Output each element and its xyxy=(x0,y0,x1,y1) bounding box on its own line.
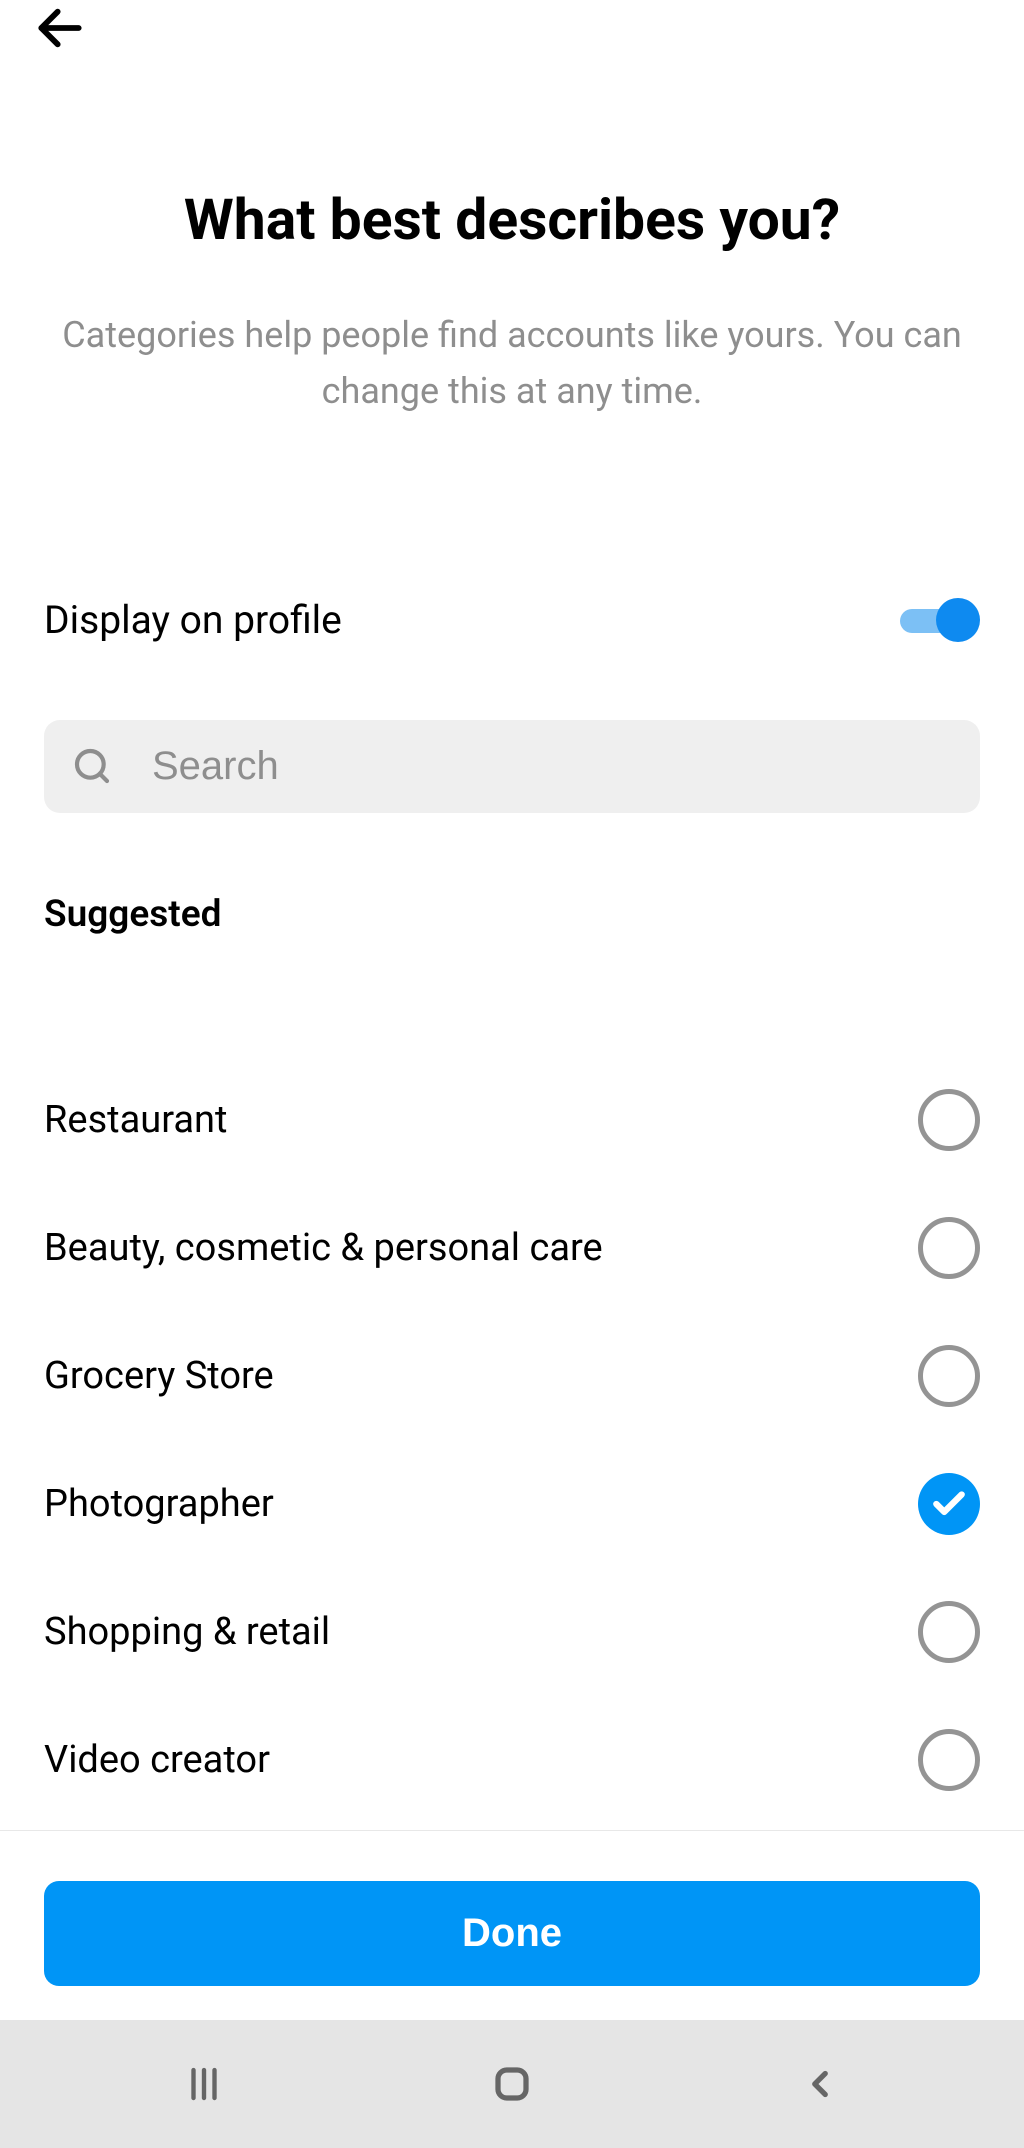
done-button[interactable]: Done xyxy=(44,1881,980,1986)
category-label: Video creator xyxy=(44,1738,270,1782)
category-label: Beauty, cosmetic & personal care xyxy=(44,1226,603,1270)
category-item-restaurant[interactable]: Restaurant xyxy=(44,1056,980,1184)
search-container xyxy=(44,720,980,813)
page-subtitle: Categories help people find accounts lik… xyxy=(40,308,984,420)
display-on-profile-row: Display on profile xyxy=(44,595,980,645)
system-nav-bar xyxy=(0,2020,1024,2148)
toggle-label: Display on profile xyxy=(44,597,342,643)
recent-apps-button[interactable] xyxy=(174,2054,234,2114)
chevron-left-icon xyxy=(799,2063,841,2105)
display-on-profile-toggle[interactable] xyxy=(886,595,980,645)
category-item-shopping[interactable]: Shopping & retail xyxy=(44,1568,980,1696)
checkmark-icon xyxy=(930,1485,968,1523)
search-icon xyxy=(72,746,112,786)
radio-unselected xyxy=(918,1601,980,1663)
category-item-video[interactable]: Video creator xyxy=(44,1696,980,1824)
category-label: Shopping & retail xyxy=(44,1610,330,1654)
radio-selected xyxy=(918,1473,980,1535)
radio-unselected xyxy=(918,1729,980,1791)
category-label: Photographer xyxy=(44,1482,274,1526)
search-input[interactable] xyxy=(152,744,952,789)
system-back-button[interactable] xyxy=(790,2054,850,2114)
radio-unselected xyxy=(918,1345,980,1407)
category-list: Restaurant Beauty, cosmetic & personal c… xyxy=(44,1056,980,1824)
category-label: Restaurant xyxy=(44,1098,227,1142)
recent-apps-icon xyxy=(183,2063,225,2105)
home-button[interactable] xyxy=(482,2054,542,2114)
back-button[interactable] xyxy=(32,0,88,56)
category-item-photographer[interactable]: Photographer xyxy=(44,1440,980,1568)
toggle-thumb xyxy=(936,598,980,642)
suggested-heading: Suggested xyxy=(44,893,980,936)
radio-unselected xyxy=(918,1089,980,1151)
category-item-beauty[interactable]: Beauty, cosmetic & personal care xyxy=(44,1184,980,1312)
page-title: What best describes you? xyxy=(40,186,984,253)
category-label: Grocery Store xyxy=(44,1354,274,1398)
home-icon xyxy=(491,2063,533,2105)
radio-unselected xyxy=(918,1217,980,1279)
category-item-grocery[interactable]: Grocery Store xyxy=(44,1312,980,1440)
arrow-left-icon xyxy=(32,0,88,56)
